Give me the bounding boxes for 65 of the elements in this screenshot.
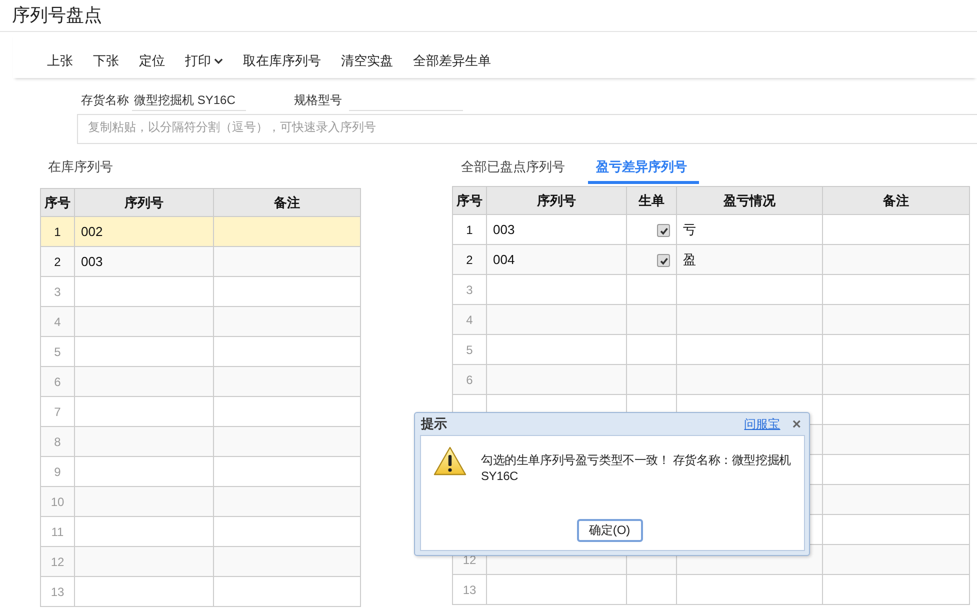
row-number: 13 xyxy=(50,584,64,598)
table-row[interactable]: 2 003 xyxy=(40,246,360,276)
tab[interactable]: 全部已盘点序列号 xyxy=(452,156,574,184)
dialog-title: 提示 xyxy=(421,415,447,433)
row-number: 4 xyxy=(54,314,61,328)
table-row[interactable]: 12 xyxy=(40,546,360,576)
row-number: 12 xyxy=(50,554,64,568)
row-number: 6 xyxy=(466,372,473,386)
toolbar-button[interactable]: 全部差异生单 xyxy=(403,50,501,72)
row-number: 13 xyxy=(462,582,476,596)
dialog-message: 勾选的生单序列号盈亏类型不一致！ 存货名称：微型挖掘机 SY16C xyxy=(481,452,792,484)
row-number: 2 xyxy=(466,252,473,266)
row-number: 8 xyxy=(54,434,61,448)
table-row[interactable]: 6 xyxy=(40,366,360,396)
table-row[interactable]: 4 xyxy=(40,306,360,336)
column-header: 序列号 xyxy=(74,188,214,216)
input-field[interactable]: 微型挖掘机 SY16C xyxy=(132,90,246,110)
page-title: 序列号盘点 xyxy=(0,0,977,32)
field-label: 存货名称 xyxy=(81,92,129,108)
row-number: 11 xyxy=(51,524,64,538)
table-cell: 亏 xyxy=(683,222,696,236)
column-header: 备注 xyxy=(822,186,970,214)
row-number: 9 xyxy=(54,464,61,478)
row-number: 1 xyxy=(54,224,61,238)
row-number: 1 xyxy=(466,222,473,236)
warning-icon xyxy=(433,446,467,476)
row-number: 12 xyxy=(462,552,476,566)
section-title: 在库序列号 xyxy=(47,158,114,176)
table-row[interactable]: 10 xyxy=(40,486,360,516)
table-row[interactable]: 8 xyxy=(40,426,360,456)
toolbar-button[interactable]: 下张 xyxy=(83,50,129,72)
column-header: 序号 xyxy=(40,188,74,216)
row-number: 3 xyxy=(54,284,61,298)
row-number: 4 xyxy=(466,312,473,326)
table-cell: 004 xyxy=(493,252,515,267)
table-cell: 002 xyxy=(81,224,103,239)
row-number: 3 xyxy=(466,282,473,296)
toolbar-button[interactable]: 打印 xyxy=(175,50,233,72)
column-header: 盈亏情况 xyxy=(676,186,822,214)
toolbar-button[interactable]: 定位 xyxy=(129,50,175,72)
checkbox[interactable] xyxy=(657,254,670,268)
checkbox[interactable] xyxy=(657,224,670,238)
row-number: 7 xyxy=(54,404,61,418)
table-row[interactable]: 13 xyxy=(40,576,360,606)
row-number: 10 xyxy=(50,494,64,508)
table-cell: 盈 xyxy=(683,252,696,266)
paste-field[interactable]: 复制粘贴，以分隔符分割（逗号），可快速录入序列号 xyxy=(77,114,977,144)
toolbar-button[interactable]: 清空实盘 xyxy=(331,50,403,72)
table-cell: 003 xyxy=(493,222,515,237)
row-number: 6 xyxy=(54,374,61,388)
row-number: 5 xyxy=(466,342,473,356)
column-header: 序号 xyxy=(452,186,486,214)
toolbar-button[interactable]: 上张 xyxy=(37,50,83,72)
table-cell: 003 xyxy=(81,254,103,269)
table-row[interactable]: 1 002 xyxy=(40,216,360,246)
field-label: 规格型号 xyxy=(294,92,342,108)
row-number: 5 xyxy=(54,344,61,358)
column-header: 生单 xyxy=(626,186,676,214)
help-link[interactable]: 问服宝 xyxy=(744,416,780,432)
row-number: 2 xyxy=(54,254,61,268)
column-header: 备注 xyxy=(214,188,360,216)
toolbar-button[interactable]: 取在库序列号 xyxy=(233,50,331,72)
ok-button[interactable]: 确定(O) xyxy=(576,519,642,542)
column-header: 序列号 xyxy=(486,186,626,214)
close-button[interactable]: × xyxy=(790,416,803,432)
